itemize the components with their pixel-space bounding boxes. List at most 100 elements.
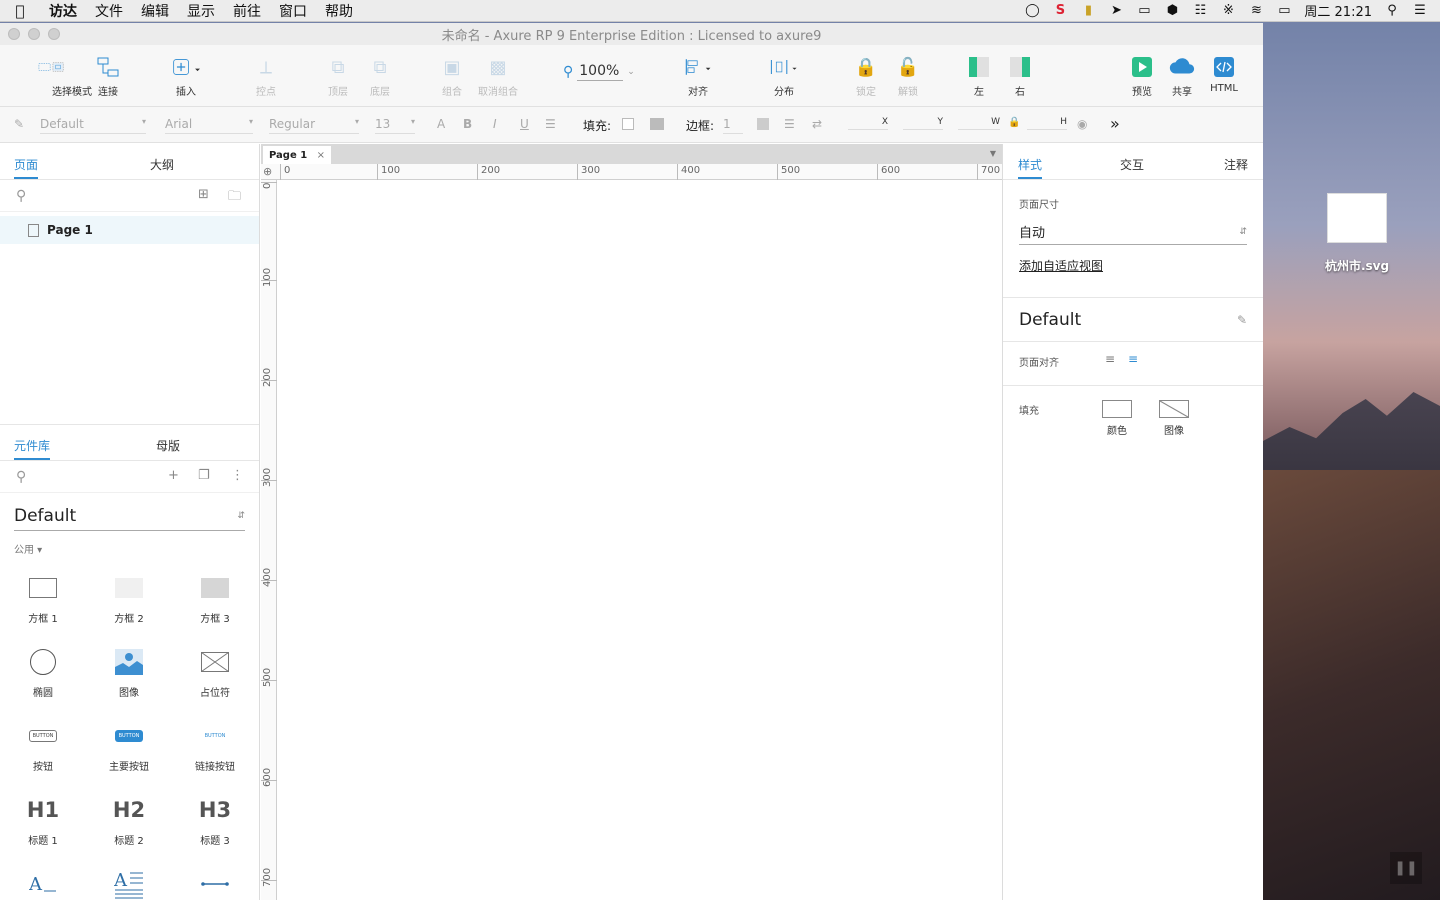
widget-box1[interactable]: 方框 1 [0, 566, 86, 640]
apple-icon[interactable]:  [0, 2, 40, 20]
close-tab-icon[interactable]: × [317, 150, 325, 161]
shield-icon[interactable]: ◯ [1024, 3, 1040, 18]
tab-library[interactable]: 元件库 [14, 437, 51, 460]
tab-page-1[interactable]: Page 1 × [263, 146, 331, 164]
add-library-icon[interactable]: + [168, 468, 179, 483]
list-icon[interactable]: ☰ [545, 117, 556, 131]
menu-edit[interactable]: 编辑 [132, 1, 178, 21]
fill-color-button[interactable]: 颜色 [1102, 400, 1132, 437]
fill-color-swatch[interactable] [622, 118, 634, 130]
widget-box2[interactable]: 方框 2 [86, 566, 172, 640]
bluetooth-icon[interactable]: ※ [1220, 3, 1236, 18]
width-input[interactable]: W [958, 117, 1000, 130]
menu-go[interactable]: 前往 [224, 1, 270, 21]
send-icon[interactable]: ➤ [1108, 3, 1124, 18]
widget-button[interactable]: BUTTON 按钮 [0, 714, 86, 788]
tab-pages[interactable]: 页面 [14, 156, 39, 179]
x-input[interactable]: X [848, 117, 888, 130]
tab-interaction[interactable]: 交互 [1120, 156, 1144, 173]
font-select[interactable]: Arial ▾ [165, 117, 253, 134]
style-edit-icon[interactable]: ✎ [14, 117, 24, 131]
widget-text-label[interactable]: A [0, 862, 86, 900]
menu-help[interactable]: 帮助 [316, 1, 362, 21]
right-panel-toggle-button[interactable]: 右 [1006, 53, 1034, 98]
badge-icon[interactable]: ▮ [1080, 3, 1096, 18]
distribute-button[interactable]: 分布 [770, 53, 798, 98]
wifi-icon[interactable]: ≋ [1248, 3, 1264, 18]
share-button[interactable]: 共享 [1168, 53, 1196, 98]
send-to-back-button[interactable]: ⧉ 底层 [366, 53, 394, 99]
desktop-file[interactable]: 杭州市.svg [1322, 193, 1392, 274]
battery-icon[interactable]: ▭ [1276, 3, 1292, 18]
library-search-icon[interactable]: ⚲ [16, 469, 26, 485]
lock-button[interactable]: 🔒 锁定 [852, 53, 880, 99]
notification-center-icon[interactable]: ☰ [1412, 3, 1428, 18]
insert-button[interactable]: 插入 [172, 53, 200, 98]
widget-box3[interactable]: 方框 3 [172, 566, 258, 640]
select-mode-button[interactable]: 选择模式 [12, 53, 92, 98]
widget-link-button[interactable]: BUTTON 链接按钮 [172, 714, 258, 788]
style-select[interactable]: Default ▾ [40, 117, 146, 134]
page-size-select[interactable]: 自动 ⇵ [1019, 219, 1247, 245]
widget-paragraph[interactable]: A [86, 862, 172, 900]
arrow-style-icon[interactable]: ⇄ [812, 117, 822, 131]
search-icon[interactable]: ⚲ [16, 188, 26, 204]
zoom-control[interactable]: ⚲ 100% ⌄ [563, 63, 635, 81]
left-panel-toggle-button[interactable]: 左 [965, 53, 993, 98]
html-button[interactable]: HTML [1210, 53, 1238, 94]
widget-h3[interactable]: H3 标题 3 [172, 788, 258, 862]
tab-notes[interactable]: 注释 [1224, 156, 1248, 173]
menu-view[interactable]: 显示 [178, 1, 224, 21]
points-button[interactable]: ⟂ 控点 [252, 53, 280, 99]
bold-icon[interactable]: B [463, 117, 472, 131]
align-left-icon[interactable]: ≡ [1105, 352, 1115, 366]
lock-ratio-icon[interactable]: 🔒 [1008, 117, 1020, 128]
input-method-icon[interactable]: ☷ [1192, 3, 1208, 18]
tab-outline[interactable]: 大纲 [150, 156, 174, 173]
more-options-icon[interactable]: ⋮ [231, 468, 244, 483]
widget-placeholder[interactable]: 占位符 [172, 640, 258, 714]
bring-to-front-button[interactable]: ⧉ 顶层 [324, 53, 352, 99]
pause-icon[interactable]: ❚❚ [1390, 852, 1422, 884]
tab-style[interactable]: 样式 [1018, 156, 1043, 179]
height-input[interactable]: H [1027, 117, 1067, 130]
underline-icon[interactable]: U [520, 117, 529, 131]
group-button[interactable]: ▣ 组合 [438, 53, 466, 99]
widget-primary-button[interactable]: BUTTON 主要按钮 [86, 714, 172, 788]
library-window-icon[interactable]: ❐ [198, 468, 210, 483]
library-category[interactable]: 公用 ▾ [14, 541, 245, 556]
widget-h2[interactable]: H2 标题 2 [86, 788, 172, 862]
add-page-icon[interactable]: ⊞ [198, 187, 209, 202]
border-color-swatch[interactable] [757, 118, 769, 130]
unlock-button[interactable]: 🔓 解锁 [894, 53, 922, 99]
clock[interactable]: 周二 21:21 [1304, 1, 1372, 20]
preview-button[interactable]: 预览 [1128, 53, 1156, 98]
tabs-dropdown-icon[interactable]: ▼ [990, 149, 996, 158]
y-input[interactable]: Y [903, 117, 943, 130]
ruler-origin-icon[interactable]: ⊕ [263, 165, 272, 178]
ungroup-button[interactable]: ▩ 取消组合 [478, 53, 518, 99]
design-canvas[interactable] [278, 181, 1002, 900]
font-size-select[interactable]: 13 ▾ [375, 117, 415, 134]
fill-image-icon[interactable] [650, 118, 664, 130]
widget-h1[interactable]: H1 标题 1 [0, 788, 86, 862]
widget-line[interactable] [172, 862, 258, 900]
border-width-input[interactable]: 1 [723, 117, 743, 134]
display-icon[interactable]: ▭ [1136, 3, 1152, 18]
border-style-icon[interactable]: ☰ [784, 117, 795, 131]
library-select[interactable]: Default ⇵ [14, 501, 245, 531]
menu-window[interactable]: 窗口 [270, 1, 316, 21]
hexagon-icon[interactable]: ⬢ [1164, 3, 1180, 18]
menu-file[interactable]: 文件 [86, 1, 132, 21]
widget-ellipse[interactable]: 椭圆 [0, 640, 86, 714]
more-chevron-icon[interactable]: » [1110, 114, 1120, 133]
widget-image[interactable]: 图像 [86, 640, 172, 714]
italic-icon[interactable]: I [493, 117, 497, 131]
visibility-eye-icon[interactable]: ◉ [1077, 117, 1087, 131]
tab-masters[interactable]: 母版 [156, 437, 180, 454]
connect-button[interactable]: 连接 [94, 53, 122, 98]
font-weight-select[interactable]: Regular ▾ [269, 117, 359, 134]
menu-finder[interactable]: 访达 [40, 1, 86, 21]
align-button[interactable]: 对齐 [684, 53, 712, 98]
font-color-icon[interactable]: A [437, 117, 445, 131]
